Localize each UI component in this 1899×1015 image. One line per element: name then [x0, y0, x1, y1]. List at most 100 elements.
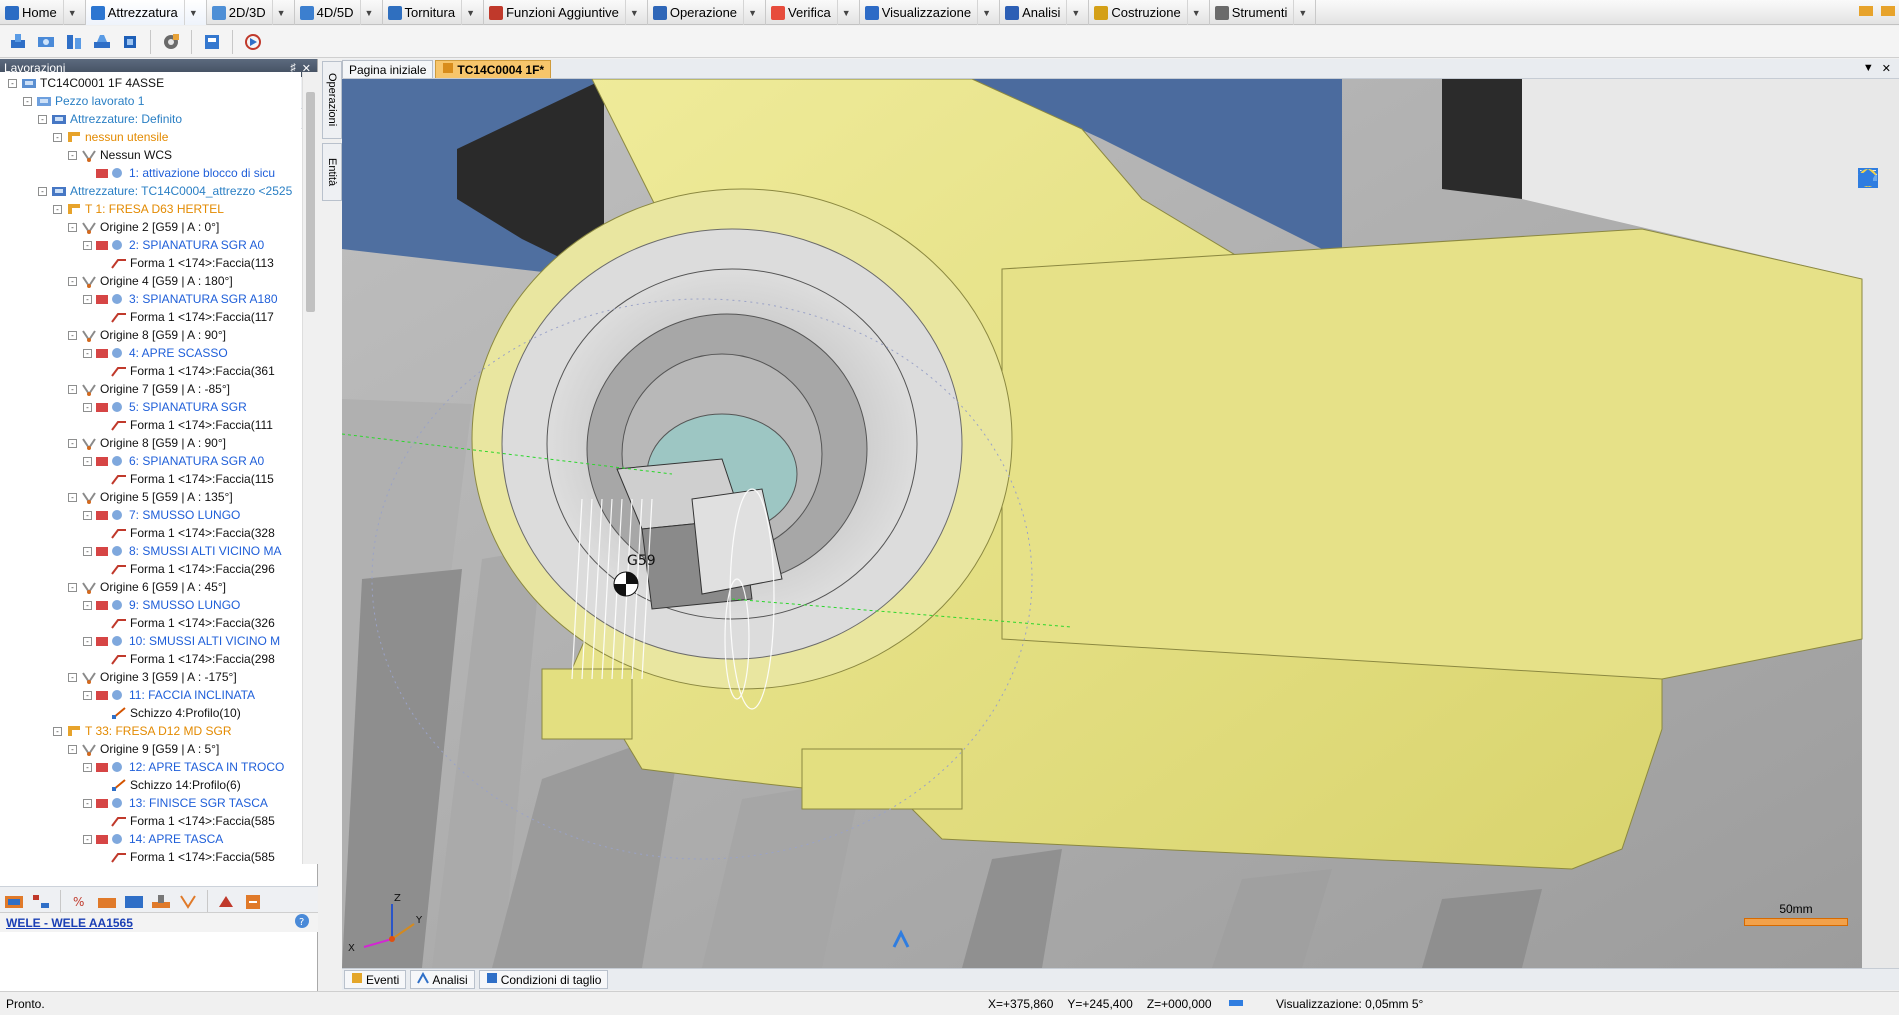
collapse-toggle-icon[interactable]: - — [83, 294, 92, 304]
tab-analisi[interactable]: Analisi — [410, 970, 475, 989]
fixture-align-icon[interactable] — [62, 30, 86, 54]
collapse-toggle-icon[interactable]: - — [83, 834, 92, 844]
collapse-toggle-icon[interactable]: - — [83, 690, 92, 700]
tree-item[interactable]: - Attrezzature: TC14C0004_attrezzo <2525 — [38, 182, 292, 200]
tree-item[interactable]: - Origine 8 [G59 | A : 90°] — [68, 326, 226, 344]
tree-item[interactable]: Forma 1 <174>:Faccia(115 — [98, 470, 274, 488]
dropdown-arrow-icon[interactable]: ▼ — [359, 0, 378, 25]
tab-eventi[interactable]: Eventi — [344, 970, 407, 989]
tree-item[interactable]: Forma 1 <174>:Faccia(117 — [98, 308, 274, 326]
menu-tab-2d-3d[interactable]: 2D/3D ▼ — [207, 0, 295, 25]
collapse-toggle-icon[interactable]: - — [68, 150, 77, 160]
tree-item[interactable]: - 11: FACCIA INCLINATA — [83, 686, 255, 704]
collapse-toggle-icon[interactable]: - — [53, 204, 62, 214]
collapse-toggle-icon[interactable]: - — [68, 222, 77, 232]
tree-item[interactable]: - 9: SMUSSO LUNGO — [83, 596, 240, 614]
tool-settings-icon[interactable] — [159, 30, 183, 54]
tab-entita[interactable]: Entità — [322, 143, 342, 201]
dropdown-arrow-icon[interactable]: ▼ — [977, 0, 995, 25]
camera-icon[interactable] — [1861, 175, 1887, 281]
collapse-toggle-icon[interactable]: - — [68, 492, 77, 502]
tree-item[interactable]: 1: attivazione blocco di sicu — [83, 164, 275, 182]
tree-item[interactable]: Forma 1 <174>:Faccia(326 — [98, 614, 275, 632]
display-mode-icon[interactable] — [1228, 995, 1244, 1012]
simulation-icon[interactable] — [241, 30, 265, 54]
tree-item[interactable]: - Origine 3 [G59 | A : -175°] — [68, 668, 237, 686]
tree-item[interactable]: - nessun utensile — [53, 128, 168, 146]
collapse-toggle-icon[interactable]: - — [68, 438, 77, 448]
tree-item[interactable]: - 3: SPIANATURA SGR A180 — [83, 290, 278, 308]
3d-viewport[interactable]: G59 Z X Y ? — [342, 79, 1899, 968]
percent-icon[interactable]: % — [68, 890, 92, 914]
dropdown-arrow-icon[interactable]: ▼ — [836, 0, 855, 25]
tree-item[interactable]: - Origine 2 [G59 | A : 0°] — [68, 218, 219, 236]
collapse-toggle-icon[interactable]: - — [83, 240, 92, 250]
collapse-toggle-icon[interactable]: - — [68, 384, 77, 394]
fixture-clamp-icon[interactable] — [90, 30, 114, 54]
menu-tab-operazione[interactable]: Operazione ▼ — [648, 0, 767, 25]
collapse-toggle-icon[interactable]: - — [83, 798, 92, 808]
toolpath-icon[interactable] — [2, 890, 26, 914]
layout-icon[interactable] — [1859, 171, 1887, 311]
menu-tab-analisi[interactable]: Analisi ▼ — [1000, 0, 1090, 25]
tree-item[interactable]: - T 33: FRESA D12 MD SGR — [53, 722, 232, 740]
collapse-toggle-icon[interactable]: - — [23, 96, 32, 106]
collapse-toggle-icon[interactable]: - — [53, 726, 62, 736]
collapse-toggle-icon[interactable]: - — [8, 78, 17, 88]
rotate-icon[interactable] — [1860, 170, 1887, 221]
collapse-toggle-icon[interactable]: - — [83, 510, 92, 520]
tree-item[interactable]: - TC14C0001 1F 4ASSE — [8, 74, 164, 92]
menu-tab-attrezzatura[interactable]: Attrezzatura ▼ — [85, 0, 207, 25]
dropdown-arrow-icon[interactable]: ▼ — [461, 0, 479, 25]
tree-item[interactable]: Forma 1 <174>:Faccia(296 — [98, 560, 275, 578]
section-icon[interactable] — [1859, 173, 1887, 491]
stock-icon[interactable] — [95, 890, 119, 914]
collapse-toggle-icon[interactable]: - — [68, 330, 77, 340]
collapse-toggle-icon[interactable]: - — [83, 600, 92, 610]
shaded-view-icon[interactable] — [1858, 169, 1887, 401]
tab-condizioni-di-taglio[interactable]: Condizioni di taglio — [478, 970, 609, 989]
visibility-icon[interactable] — [1861, 169, 1887, 521]
tree-item[interactable]: - 14: APRE TASCA — [83, 830, 223, 848]
tree-item[interactable]: - 2: SPIANATURA SGR A0 — [83, 236, 264, 254]
tree-item[interactable]: - Origine 8 [G59 | A : 90°] — [68, 434, 226, 452]
tab-list-icon[interactable]: ▼ — [1863, 62, 1874, 75]
tree-item[interactable]: - Pezzo lavorato 1 — [23, 92, 144, 110]
tree-item[interactable]: - T 1: FRESA D63 HERTEL — [53, 200, 224, 218]
measure-icon[interactable]: ? — [1859, 170, 1887, 461]
dropdown-arrow-icon[interactable]: ▼ — [1293, 0, 1311, 25]
tab-home-page[interactable]: Pagina iniziale — [342, 60, 434, 78]
tree-item[interactable]: Schizzo 4:Profilo(10) — [98, 704, 241, 722]
collapse-toggle-icon[interactable]: - — [83, 636, 92, 646]
tree-item[interactable]: Forma 1 <174>:Faccia(111 — [98, 416, 273, 434]
dropdown-arrow-icon[interactable]: ▼ — [62, 0, 81, 25]
menu-tab-home[interactable]: Home ▼ — [0, 0, 86, 25]
tree-item[interactable]: - 12: APRE TASCA IN TROCO — [83, 758, 284, 776]
tree-item[interactable]: - Nessun WCS — [68, 146, 172, 164]
zoom-window-icon[interactable] — [1858, 168, 1887, 341]
menu-tab-strumenti[interactable]: Strumenti ▼ — [1210, 0, 1317, 25]
tree-item[interactable]: - 6: SPIANATURA SGR A0 — [83, 452, 264, 470]
help-icon[interactable] — [1857, 2, 1875, 23]
machine-icon[interactable] — [200, 30, 224, 54]
tree-item[interactable]: - Origine 5 [G59 | A : 135°] — [68, 488, 233, 506]
dropdown-arrow-icon[interactable]: ▼ — [1066, 0, 1084, 25]
tree-item[interactable]: Forma 1 <174>:Faccia(361 — [98, 362, 275, 380]
tree-item[interactable]: - 4: APRE SCASSO — [83, 344, 228, 362]
collapse-toggle-icon[interactable]: - — [38, 186, 47, 196]
tree-item[interactable]: - Origine 4 [G59 | A : 180°] — [68, 272, 233, 290]
collapse-toggle-icon[interactable]: - — [83, 456, 92, 466]
collapse-toggle-icon[interactable]: - — [38, 114, 47, 124]
menu-tab-4d-5d[interactable]: 4D/5D ▼ — [295, 0, 383, 25]
fixture-edit-icon[interactable] — [34, 30, 58, 54]
minimize-ribbon-icon[interactable] — [1879, 2, 1897, 23]
tree-item[interactable]: Schizzo 14:Profilo(6) — [98, 776, 241, 794]
tree-item[interactable]: Forma 1 <174>:Faccia(585 — [98, 812, 275, 830]
fixture-stock-icon[interactable] — [118, 30, 142, 54]
menu-tab-costruzione[interactable]: Costruzione ▼ — [1089, 0, 1210, 25]
tree-item[interactable]: - Origine 7 [G59 | A : -85°] — [68, 380, 230, 398]
tab-active-document[interactable]: TC14C0004 1F* — [435, 60, 552, 78]
collapse-toggle-icon[interactable]: - — [68, 744, 77, 754]
view-orient-icon[interactable] — [1859, 174, 1887, 251]
collapse-toggle-icon[interactable]: - — [83, 402, 92, 412]
